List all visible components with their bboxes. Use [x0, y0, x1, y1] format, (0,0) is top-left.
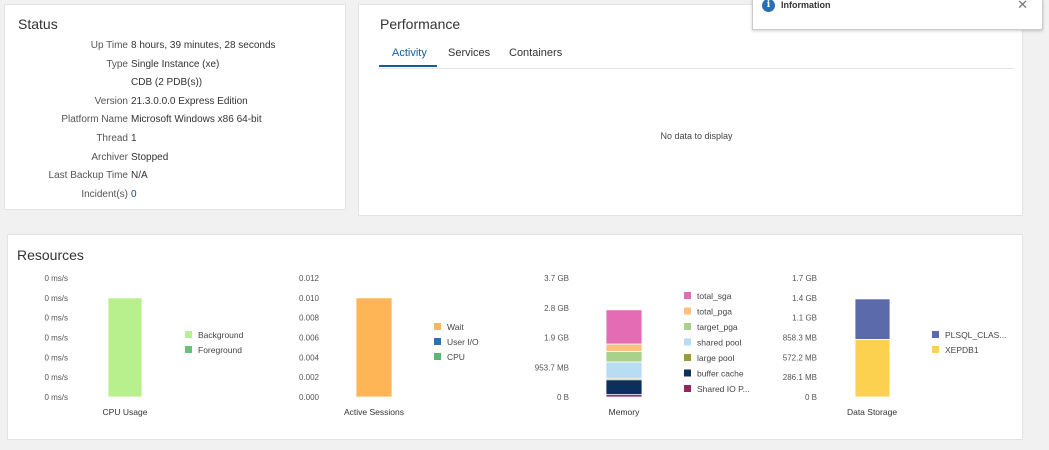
bar-segment — [854, 339, 891, 398]
legend-label: Background — [198, 330, 244, 340]
x-axis-label: Memory — [609, 407, 640, 417]
y-tick-label: 0.004 — [299, 353, 320, 362]
x-axis-label: Active Sessions — [344, 407, 404, 417]
legend-swatch — [185, 331, 192, 338]
legend-swatch — [932, 346, 939, 353]
legend-swatch — [434, 353, 441, 360]
x-axis-label: Data Storage — [847, 407, 897, 417]
y-tick-label: 0.010 — [299, 294, 320, 303]
y-tick-label: 286.1 MB — [783, 373, 817, 382]
y-tick-label: 0 B — [805, 393, 817, 402]
x-axis-label: CPU Usage — [103, 407, 148, 417]
y-tick-label: 2.8 GB — [544, 304, 569, 313]
legend-label: Wait — [447, 322, 464, 332]
y-tick-label: 0 ms/s — [44, 393, 68, 402]
y-tick-label: 0 ms/s — [44, 294, 68, 303]
legend-swatch — [684, 385, 691, 392]
legend-label: shared pool — [697, 338, 742, 348]
legend-swatch — [684, 338, 691, 346]
legend-label: Shared IO P... — [697, 384, 750, 394]
y-tick-label: 858.3 MB — [783, 334, 817, 343]
legend-label: total_pga — [697, 307, 732, 317]
y-tick-label: 0 ms/s — [44, 334, 68, 343]
legend-label: PLSQL_CLAS... — [945, 330, 1006, 340]
y-tick-label: 1.1 GB — [792, 314, 817, 323]
legend-swatch — [932, 331, 939, 338]
bar-segment — [605, 309, 643, 345]
legend-swatch — [185, 346, 192, 353]
legend-label: XEPDB1 — [945, 345, 979, 355]
legend-swatch — [684, 292, 691, 299]
bar-segment — [605, 361, 643, 379]
legend-swatch — [684, 323, 691, 330]
y-tick-label: 0 B — [557, 393, 569, 402]
y-tick-label: 0 ms/s — [44, 353, 68, 362]
y-tick-label: 0.008 — [299, 314, 320, 323]
legend-label: target_pga — [697, 322, 738, 332]
legend-swatch — [684, 354, 691, 361]
legend-swatch — [434, 338, 441, 345]
legend-label: CPU — [447, 352, 465, 362]
y-tick-label: 0.012 — [299, 274, 320, 283]
legend-label: Foreground — [198, 345, 242, 355]
bar-segment — [605, 379, 643, 396]
bar-segment — [854, 298, 891, 340]
y-tick-label: 572.2 MB — [783, 353, 817, 362]
bar-segment — [107, 297, 143, 398]
y-tick-label: 3.7 GB — [544, 274, 569, 283]
y-tick-label: 0 ms/s — [44, 373, 68, 382]
y-tick-label: 1.7 GB — [792, 274, 817, 283]
bar-segment — [605, 351, 643, 363]
y-tick-label: 0 ms/s — [44, 314, 68, 323]
bar-segment — [355, 297, 393, 398]
legend-label: large pool — [697, 353, 734, 363]
y-tick-label: 953.7 MB — [535, 363, 569, 372]
resources-charts: 0 ms/s 0 ms/s 0 ms/s 0 ms/s 0 ms/s 0 ms/s 0 ms… — [44, 274, 1006, 417]
legend-swatch — [684, 369, 691, 377]
legend-swatch — [434, 323, 441, 330]
bar-segment — [605, 343, 643, 352]
y-tick-label: 0.006 — [299, 334, 320, 343]
y-tick-label: 1.9 GB — [544, 334, 569, 343]
legend-label: User I/O — [447, 337, 479, 347]
y-tick-label: 0.000 — [299, 393, 320, 402]
y-tick-label: 0.002 — [299, 373, 320, 382]
legend-label: buffer cache — [697, 369, 744, 379]
y-tick-label: 1.4 GB — [792, 294, 817, 303]
legend-swatch — [684, 307, 691, 315]
y-tick-label: 0 ms/s — [44, 274, 68, 283]
legend-label: total_sga — [697, 291, 732, 301]
